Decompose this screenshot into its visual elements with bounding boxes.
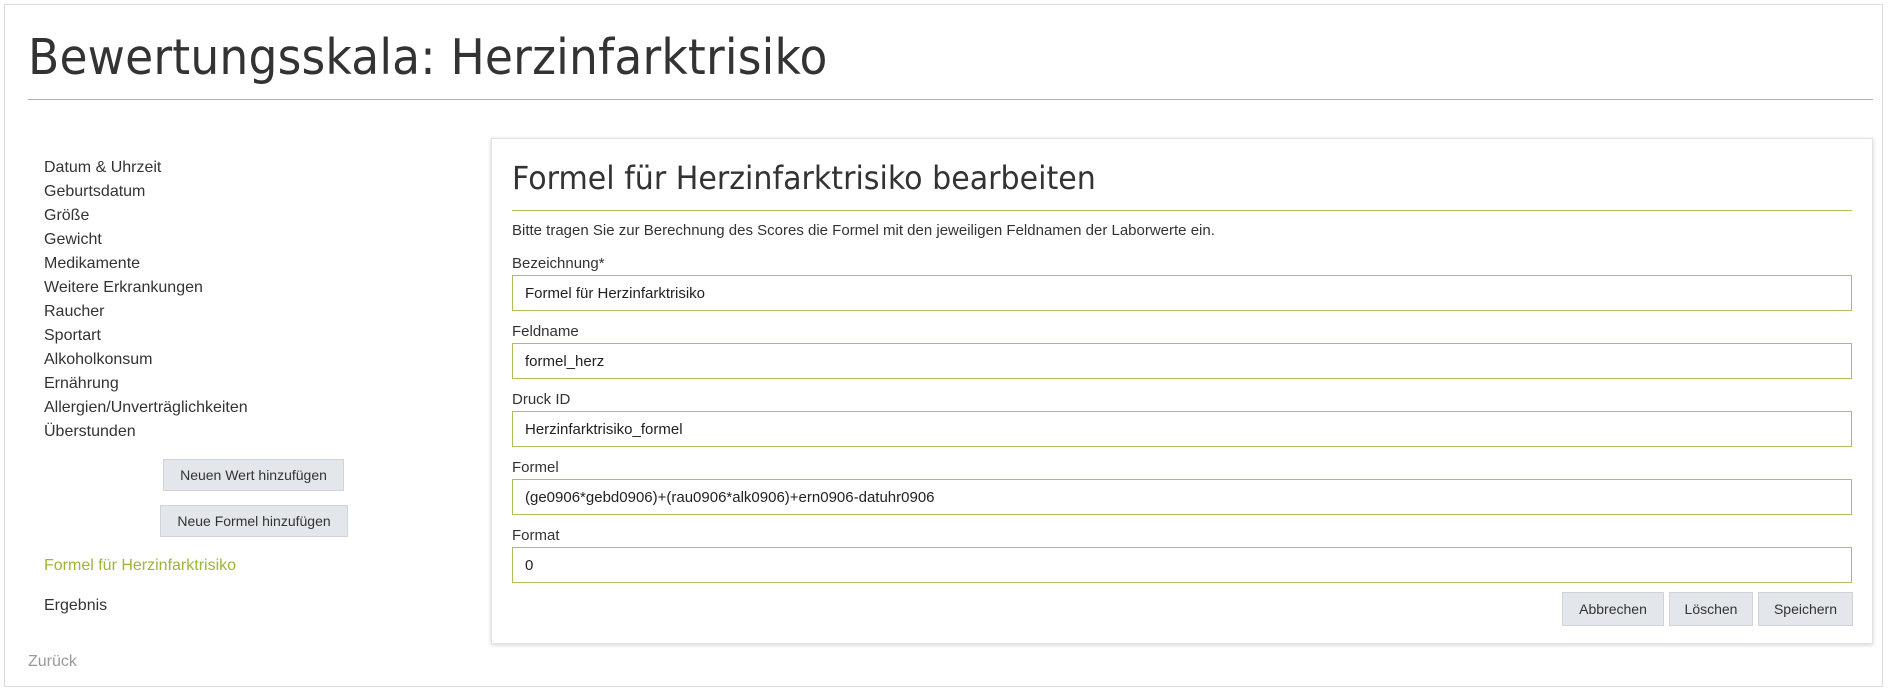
sidebar-item-groesse[interactable]: Größe <box>44 204 464 228</box>
feldname-input[interactable] <box>512 343 1852 379</box>
add-formula-button[interactable]: Neue Formel hinzufügen <box>160 505 348 537</box>
panel-divider <box>512 210 1852 211</box>
back-link[interactable]: Zurück <box>28 653 77 671</box>
sidebar-item-datum-uhrzeit[interactable]: Datum & Uhrzeit <box>44 156 464 180</box>
formel-label: Formel <box>512 459 559 476</box>
sidebar-field-list: Datum & Uhrzeit Geburtsdatum Größe Gewic… <box>44 156 464 444</box>
edit-formula-panel: Formel für Herzinfarktrisiko bearbeiten … <box>491 138 1873 644</box>
sidebar-item-alkoholkonsum[interactable]: Alkoholkonsum <box>44 348 464 372</box>
panel-title: Formel für Herzinfarktrisiko bearbeiten <box>512 159 1096 197</box>
save-button[interactable]: Speichern <box>1758 592 1853 626</box>
cancel-button[interactable]: Abbrechen <box>1562 592 1664 626</box>
title-divider <box>28 99 1873 100</box>
bezeichnung-label: Bezeichnung* <box>512 255 605 272</box>
panel-description: Bitte tragen Sie zur Berechnung des Scor… <box>512 222 1215 239</box>
sidebar-item-sportart[interactable]: Sportart <box>44 324 464 348</box>
sidebar-item-gewicht[interactable]: Gewicht <box>44 228 464 252</box>
sidebar-item-ergebnis[interactable]: Ergebnis <box>44 597 107 615</box>
druck-id-input[interactable] <box>512 411 1852 447</box>
format-input[interactable] <box>512 547 1852 583</box>
feldname-label: Feldname <box>512 323 579 340</box>
sidebar-item-weitere-erkrankungen[interactable]: Weitere Erkrankungen <box>44 276 464 300</box>
sidebar-item-geburtsdatum[interactable]: Geburtsdatum <box>44 180 464 204</box>
sidebar-item-ernaehrung[interactable]: Ernährung <box>44 372 464 396</box>
delete-button[interactable]: Löschen <box>1669 592 1753 626</box>
page-title: Bewertungsskala: Herzinfarktrisiko <box>28 29 828 86</box>
sidebar-item-medikamente[interactable]: Medikamente <box>44 252 464 276</box>
bezeichnung-input[interactable] <box>512 275 1852 311</box>
page-frame: Bewertungsskala: Herzinfarktrisiko Datum… <box>4 4 1883 687</box>
formel-input[interactable] <box>512 479 1852 515</box>
add-value-button[interactable]: Neuen Wert hinzufügen <box>163 459 344 491</box>
sidebar-item-active-formula[interactable]: Formel für Herzinfarktrisiko <box>44 557 236 575</box>
druck-id-label: Druck ID <box>512 391 571 408</box>
sidebar-item-ueberstunden[interactable]: Überstunden <box>44 420 464 444</box>
sidebar-item-allergien[interactable]: Allergien/Unverträglichkeiten <box>44 396 464 420</box>
sidebar-item-raucher[interactable]: Raucher <box>44 300 464 324</box>
format-label: Format <box>512 527 560 544</box>
